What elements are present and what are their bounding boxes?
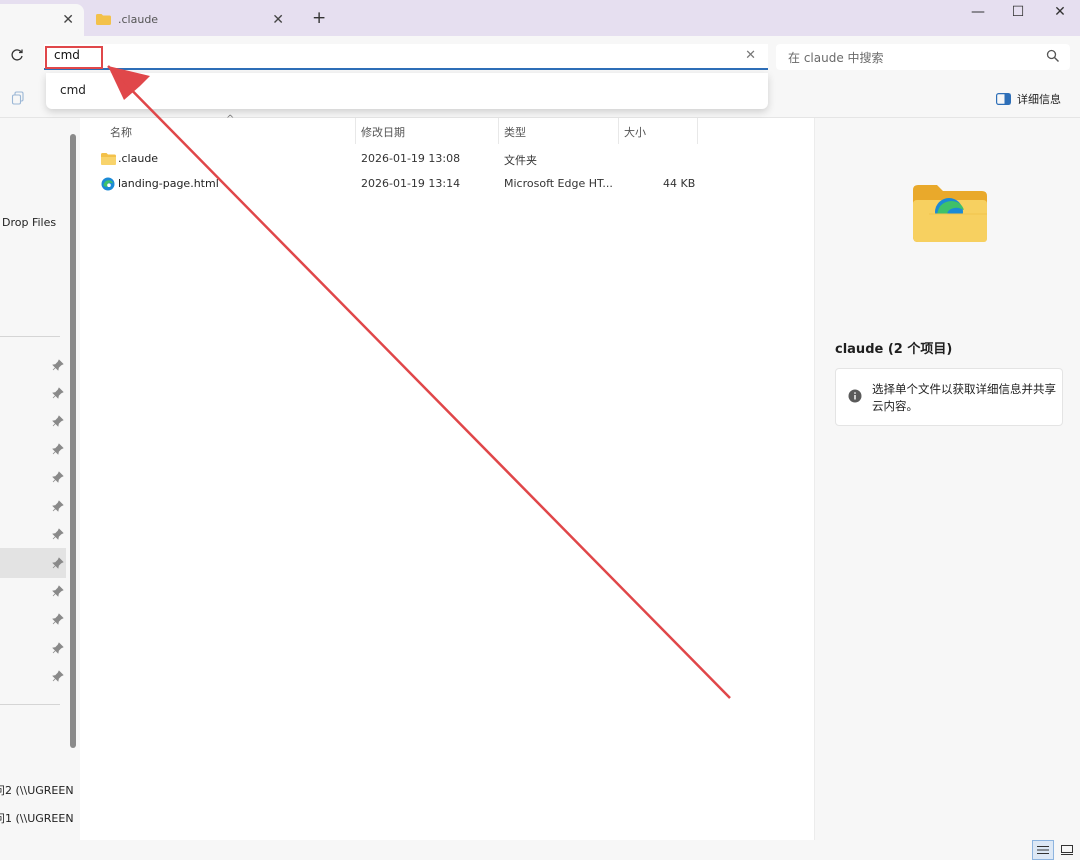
file-modified: 2026-01-19 13:14	[361, 177, 461, 190]
search-box[interactable]: 在 claude 中搜索	[776, 44, 1070, 70]
column-separator[interactable]	[355, 118, 356, 144]
suggestion-item[interactable]: cmd	[60, 83, 86, 97]
details-pane-button[interactable]: 详细信息	[996, 90, 1061, 108]
nav-divider	[0, 704, 60, 705]
file-name: landing-page.html	[118, 177, 219, 190]
file-name: .claude	[118, 152, 159, 165]
clear-icon[interactable]: ✕	[745, 48, 756, 63]
pin-icon	[52, 359, 64, 371]
title-bar: ✕ .claude ✕ + — ☐ ✕	[0, 0, 1080, 36]
pin-icon	[52, 528, 64, 540]
nav-divider	[0, 336, 60, 337]
details-pane-icon	[996, 93, 1011, 105]
column-separator[interactable]	[618, 118, 619, 144]
minimize-button[interactable]: —	[966, 4, 990, 20]
pin-icon	[52, 500, 64, 512]
file-type: 文件夹	[504, 154, 537, 167]
new-tab-button[interactable]: +	[312, 8, 326, 28]
column-separator[interactable]	[697, 118, 698, 144]
column-header-modified[interactable]: 修改日期	[361, 124, 405, 140]
tab-current[interactable]: ✕	[0, 4, 84, 36]
details-title: claude (2 个项目)	[835, 342, 953, 357]
pin-icon	[52, 642, 64, 654]
tab-claude[interactable]: .claude ✕	[86, 4, 294, 36]
search-placeholder: 在 claude 中搜索	[788, 51, 884, 65]
file-modified: 2026-01-19 13:08	[361, 152, 461, 165]
column-header-name[interactable]: 名称	[110, 124, 132, 140]
column-header-type[interactable]: 类型	[504, 124, 526, 140]
column-separator[interactable]	[498, 118, 499, 144]
pin-icon	[52, 557, 64, 569]
tiles-view-button[interactable]	[1056, 840, 1078, 860]
pin-icon	[52, 585, 64, 597]
address-suggestions: cmd	[46, 73, 768, 109]
pin-icon	[52, 670, 64, 682]
search-icon[interactable]	[1046, 49, 1060, 63]
info-text: 选择单个文件以获取详细信息并共享云内容。	[872, 382, 1056, 413]
nav-item-drop-files[interactable]: Drop Files	[2, 216, 56, 229]
nav-item-network-drive-1[interactable]: 问1 (\\UGREEN	[0, 810, 74, 826]
refresh-icon[interactable]	[10, 48, 24, 62]
file-size: 44 KB	[663, 177, 696, 190]
file-list: 名称 ^ 修改日期 类型 大小 .claude 2026-01-19 13:08…	[80, 114, 814, 840]
edge-icon	[101, 177, 115, 191]
close-window-button[interactable]: ✕	[1048, 4, 1072, 20]
pin-icon	[52, 415, 64, 427]
tiles-view-icon	[1061, 845, 1073, 855]
navigation-bar: ✕ 在 claude 中搜索	[0, 36, 1080, 78]
copy-icon[interactable]	[11, 91, 25, 105]
sort-ascending-icon: ^	[226, 114, 235, 125]
pin-icon	[52, 443, 64, 455]
details-pane: claude (2 个项目) 选择单个文件以获取详细信息并共享云内容。	[814, 118, 1080, 840]
details-view-button[interactable]	[1032, 840, 1054, 860]
pin-icon	[52, 387, 64, 399]
close-icon[interactable]: ✕	[272, 12, 284, 28]
address-input[interactable]	[54, 48, 654, 62]
maximize-button[interactable]: ☐	[1006, 4, 1030, 20]
info-card: 选择单个文件以获取详细信息并共享云内容。	[835, 368, 1063, 426]
folder-icon	[101, 153, 116, 165]
status-bar	[0, 840, 1080, 860]
nav-scrollbar[interactable]	[70, 134, 76, 748]
details-pane-label: 详细信息	[1017, 93, 1061, 106]
nav-item-network-drive-2[interactable]: 问2 (\\UGREEN	[0, 782, 74, 798]
close-icon[interactable]: ✕	[62, 12, 74, 28]
list-view-icon	[1037, 846, 1049, 854]
file-type: Microsoft Edge HT...	[504, 177, 613, 190]
info-icon	[848, 389, 862, 403]
tab-label: .claude	[118, 13, 159, 26]
folder-preview-icon	[913, 185, 987, 242]
preview-area	[815, 118, 1080, 314]
pin-icon	[52, 471, 64, 483]
address-bar[interactable]: ✕	[44, 44, 768, 70]
column-header-size[interactable]: 大小	[624, 124, 646, 140]
folder-icon	[96, 14, 111, 25]
navigation-pane: Drop Files 问2 (\\UGREEN 问1 (\\UGREEN	[0, 118, 80, 840]
annotation-highlight-box	[45, 46, 103, 69]
pin-icon	[52, 613, 64, 625]
